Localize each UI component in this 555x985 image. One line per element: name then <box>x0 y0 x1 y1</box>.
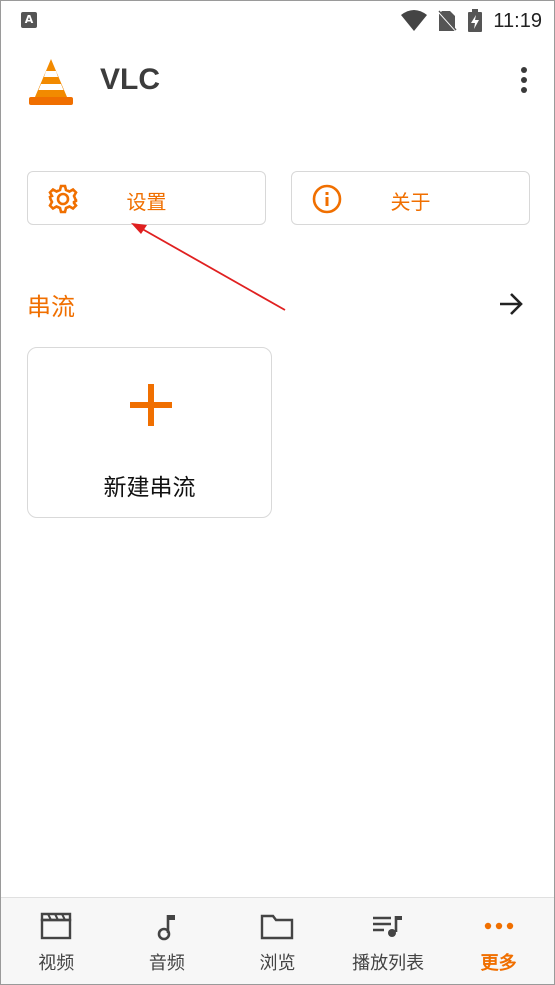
status-bar: A 11:19 <box>1 1 554 41</box>
overflow-menu-icon[interactable] <box>520 67 528 97</box>
new-stream-label: 新建串流 <box>103 475 196 501</box>
bottom-navigation: 视频 音频 浏览 播放列表 更多 <box>1 897 554 984</box>
settings-label: 设置 <box>126 190 167 214</box>
battery-charging-icon <box>468 9 483 32</box>
stream-section-title: 串流 <box>27 293 75 321</box>
nav-browse[interactable]: 浏览 <box>222 898 333 984</box>
more-dots-icon <box>484 922 513 930</box>
about-label: 关于 <box>390 190 431 214</box>
nav-label: 浏览 <box>259 953 296 974</box>
playlist-icon <box>373 916 403 937</box>
app-title: VLC <box>100 63 160 96</box>
status-icons: 11:19 <box>401 7 542 35</box>
notification-app-icon: A <box>21 12 37 28</box>
video-icon <box>41 912 72 940</box>
settings-button[interactable]: 设置 <box>27 171 266 225</box>
no-sim-icon <box>437 10 458 32</box>
vlc-cone-logo <box>29 59 73 105</box>
arrow-right-icon[interactable] <box>497 290 525 318</box>
nav-label: 播放列表 <box>352 953 425 974</box>
clock: 11:19 <box>493 9 542 32</box>
nav-video[interactable]: 视频 <box>1 898 112 984</box>
plus-icon <box>130 384 172 426</box>
folder-icon <box>261 914 294 940</box>
about-button[interactable]: 关于 <box>291 171 530 225</box>
nav-label: 更多 <box>480 953 517 974</box>
wifi-icon <box>401 10 428 31</box>
nav-label: 视频 <box>38 953 75 974</box>
new-stream-card[interactable]: 新建串流 <box>27 347 272 518</box>
nav-playlists[interactable]: 播放列表 <box>333 898 444 984</box>
music-note-icon <box>157 915 175 941</box>
nav-label: 音频 <box>148 953 185 974</box>
app-bar: VLC <box>1 49 554 117</box>
nav-audio[interactable]: 音频 <box>112 898 223 984</box>
nav-more[interactable]: 更多 <box>443 898 554 984</box>
